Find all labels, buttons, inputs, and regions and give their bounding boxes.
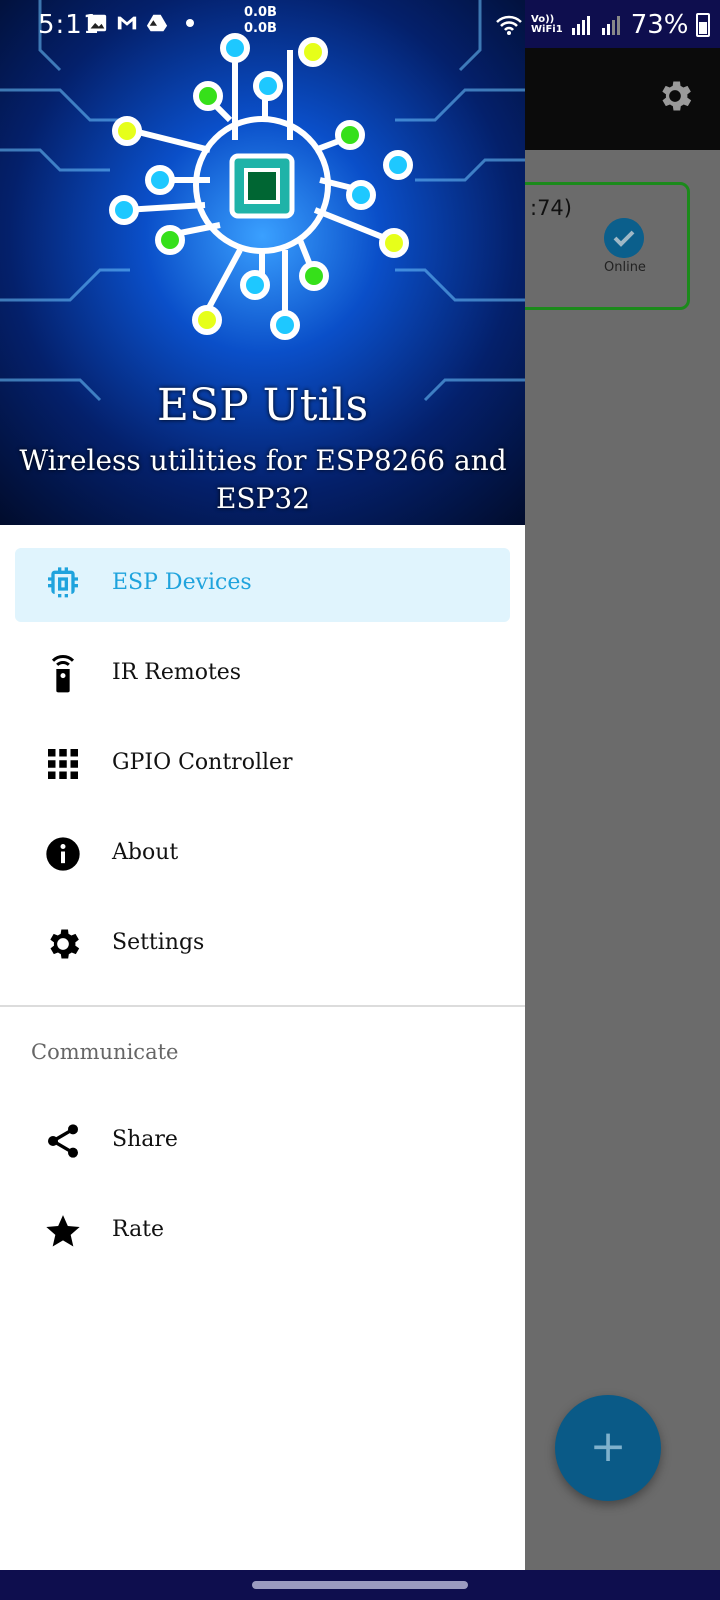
menu-item-rate[interactable]: Rate xyxy=(15,1195,510,1269)
signal-icon-2 xyxy=(601,16,620,35)
battery-icon xyxy=(696,13,711,37)
menu-item-settings[interactable]: Settings xyxy=(15,908,510,982)
wifi-icon xyxy=(496,15,522,35)
navigation-drawer: ESP Utils Wireless utilities for ESP8266… xyxy=(0,0,525,1570)
wifi-calling-label: WiFi1 xyxy=(531,24,563,35)
gear-icon xyxy=(50,929,80,959)
chip-icon xyxy=(48,567,78,598)
drive-icon xyxy=(146,14,168,32)
system-nav-bar xyxy=(0,1570,720,1600)
speed-down: 0.0B xyxy=(244,21,277,36)
remote-icon xyxy=(51,655,75,693)
menu-label: Settings xyxy=(112,930,205,955)
drawer-header: ESP Utils Wireless utilities for ESP8266… xyxy=(0,0,525,525)
device-status: Online xyxy=(604,260,646,275)
signal-icon xyxy=(571,16,590,35)
menu-label: IR Remotes xyxy=(112,660,242,685)
app-subtitle: Wireless utilities for ESP8266 and ESP32 xyxy=(19,444,507,515)
more-notifications-dot xyxy=(186,19,194,27)
gear-icon[interactable] xyxy=(655,76,695,116)
menu-item-about[interactable]: About xyxy=(15,818,510,892)
network-labels: Vo)) WiFi1 xyxy=(531,15,563,35)
menu-item-esp-devices[interactable]: ESP Devices xyxy=(15,548,510,622)
home-gesture-handle[interactable] xyxy=(252,1581,468,1589)
menu-label: Rate xyxy=(112,1217,165,1242)
menu-label: ESP Devices xyxy=(112,570,252,595)
network-speed: 0.0B 0.0B xyxy=(244,5,277,37)
gmail-icon xyxy=(117,16,137,30)
device-card-text: :74) xyxy=(530,196,572,220)
menu-item-share[interactable]: Share xyxy=(15,1105,510,1179)
status-right: Vo)) WiFi1 73% xyxy=(495,10,711,40)
share-icon xyxy=(48,1124,78,1158)
status-bar: 5:11 0.0B 0.0B Vo)) WiFi1 73% xyxy=(0,0,720,48)
menu-label: GPIO Controller xyxy=(112,750,293,775)
image-icon xyxy=(87,14,107,32)
add-device-button[interactable]: + xyxy=(555,1395,661,1501)
menu-label: About xyxy=(112,840,179,865)
speed-up: 0.0B xyxy=(244,5,277,20)
app-title: ESP Utils xyxy=(156,380,369,431)
section-header-communicate: Communicate xyxy=(31,1040,179,1064)
drawer-divider xyxy=(0,1005,525,1007)
menu-item-ir-remotes[interactable]: IR Remotes xyxy=(15,638,510,712)
battery-percent: 73% xyxy=(630,10,689,40)
menu-label: Share xyxy=(112,1127,178,1152)
info-icon xyxy=(46,837,80,871)
notification-icons xyxy=(86,12,194,34)
star-icon xyxy=(46,1215,80,1247)
check-icon xyxy=(604,218,644,258)
menu-item-gpio-controller[interactable]: GPIO Controller xyxy=(15,728,510,802)
grid-icon xyxy=(48,749,78,779)
